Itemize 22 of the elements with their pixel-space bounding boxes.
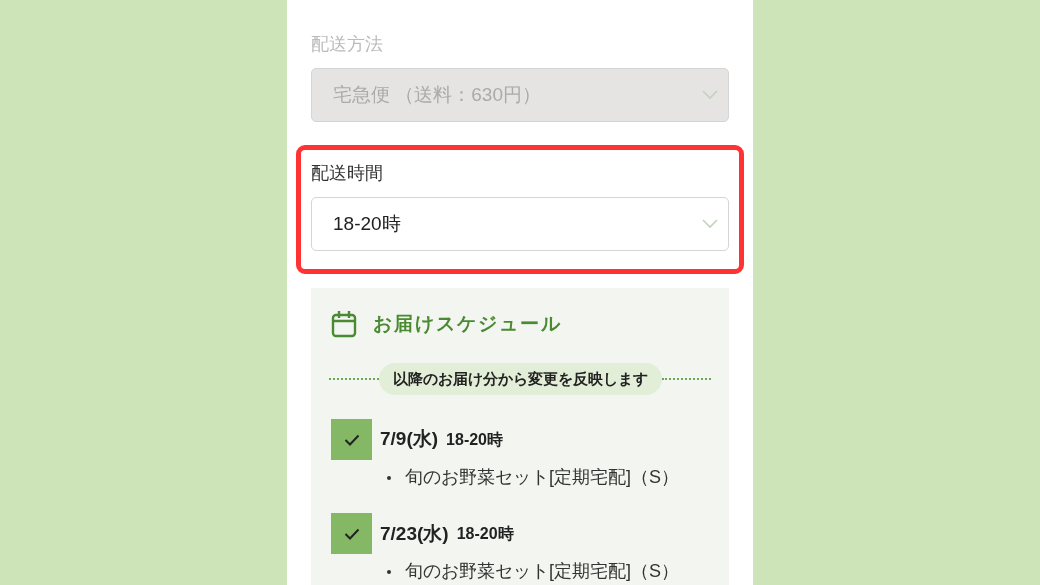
chevron-down-icon	[702, 219, 718, 229]
calendar-icon	[331, 310, 357, 339]
product-item: 旬のお野菜セット[定期宅配]（S）	[405, 560, 679, 584]
delivery-time: 18-20時	[446, 429, 503, 450]
delivery-date: 7/9(水)	[380, 427, 439, 452]
checkbox[interactable]	[331, 419, 372, 460]
select-value: 18-20時	[333, 211, 401, 236]
delivery-date: 7/23(水)	[380, 521, 449, 546]
select-value: 宅急便 （送料：630円）	[333, 82, 541, 107]
chevron-down-icon	[702, 90, 718, 100]
field-label: 配送方法	[311, 33, 383, 56]
product-item: 旬のお野菜セット[定期宅配]（S）	[405, 466, 679, 489]
check-icon	[343, 527, 360, 540]
schedule-title: お届けスケジュール	[373, 312, 562, 336]
bullet-icon	[387, 475, 391, 480]
select-field[interactable]: 18-20時	[311, 197, 729, 251]
checkbox[interactable]	[331, 513, 372, 555]
notice-label: 以降のお届け分から変更を反映します	[378, 362, 662, 395]
field-label: 配送時間	[311, 162, 383, 185]
bullet-icon	[387, 570, 391, 575]
check-icon	[343, 433, 360, 446]
delivery-time: 18-20時	[456, 523, 514, 544]
